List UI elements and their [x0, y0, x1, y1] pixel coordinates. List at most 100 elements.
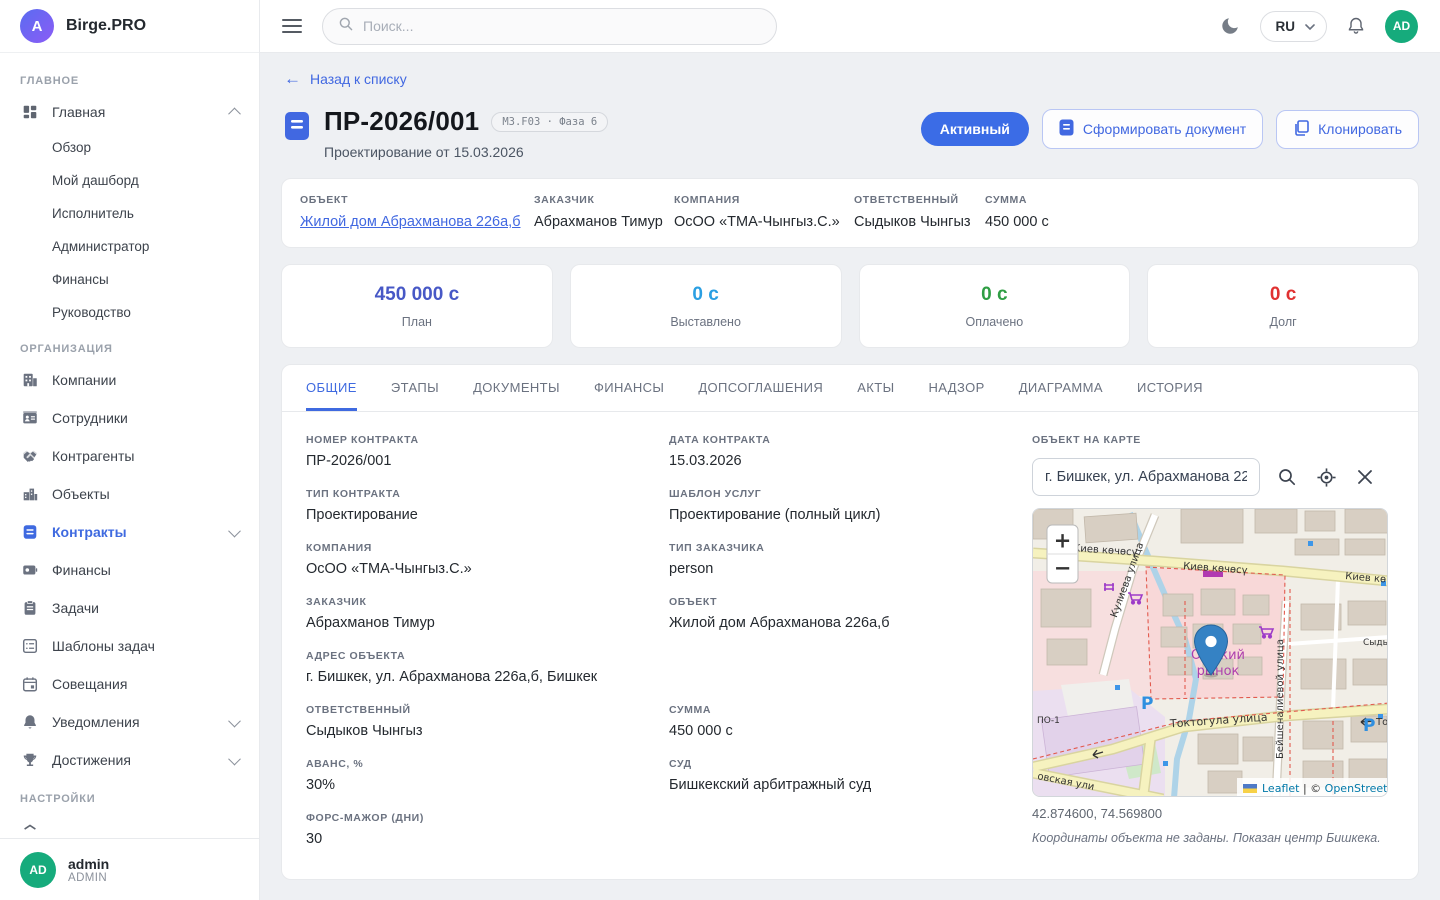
tab-stages[interactable]: ЭТАПЫ	[391, 365, 439, 411]
summary-label: ОТВЕТСТВЕННЫЙ	[854, 194, 985, 206]
page-content: ← Назад к списку ПР-2026/001 M3.F03 · Фа…	[260, 53, 1440, 900]
map-clear-icon[interactable]	[1354, 466, 1376, 488]
street-label: Сыдыко	[1363, 638, 1388, 648]
back-link-label: Назад к списку	[310, 71, 407, 87]
list-template-icon	[20, 636, 40, 656]
user-name: admin	[68, 856, 109, 872]
sidebar-subitem-guide[interactable]: Руководство	[0, 296, 259, 329]
sidebar-subitem-administrator[interactable]: Администратор	[0, 230, 259, 263]
field-value: Бишкекский арбитражный суд	[669, 777, 1022, 793]
generate-document-label: Сформировать документ	[1083, 121, 1246, 137]
tab-diagram[interactable]: ДИАГРАММА	[1019, 365, 1103, 411]
stat-label: Долг	[1270, 315, 1297, 329]
tab-addendums[interactable]: ДОПСОГЛАШЕНИЯ	[698, 365, 823, 411]
topbar: RU AD	[260, 0, 1440, 53]
map-locate-icon[interactable]	[1314, 465, 1339, 490]
user-role: ADMIN	[68, 872, 109, 884]
handshake-icon	[20, 446, 40, 466]
map-note: Координаты объекта не заданы. Показан це…	[1032, 831, 1394, 845]
field-value: г. Бишкек, ул. Абрахманова 226а,б, Бишке…	[306, 669, 659, 685]
dark-mode-toggle[interactable]	[1217, 13, 1243, 39]
field-label: ОБЪЕКТ	[669, 596, 1022, 608]
settings-icon	[20, 820, 40, 840]
clone-label: Клонировать	[1318, 121, 1402, 137]
tab-general[interactable]: ОБЩИЕ	[306, 365, 357, 411]
sidebar-item-label: Сотрудники	[52, 410, 128, 426]
sidebar-item-home[interactable]: Главная	[0, 93, 259, 131]
summary-value: Абрахманов Тимур	[534, 214, 674, 230]
sidebar-item-notifications[interactable]: Уведомления	[0, 703, 259, 741]
copy-icon	[1293, 120, 1309, 139]
clipboard-icon	[20, 598, 40, 618]
sidebar-user[interactable]: AD admin ADMIN	[0, 838, 259, 900]
osm-link[interactable]: OpenStreetMap	[1325, 782, 1388, 795]
chevron-up-icon	[230, 104, 239, 120]
zoom-in-button[interactable]: +	[1054, 529, 1072, 553]
sidebar-item-achievements[interactable]: Достижения	[0, 741, 259, 779]
tab-history[interactable]: ИСТОРИЯ	[1137, 365, 1203, 411]
global-search[interactable]	[322, 8, 777, 45]
summary-value: 450 000 с	[985, 214, 1400, 230]
stat-card-debt: 0 с Долг	[1147, 264, 1419, 348]
tab-finances[interactable]: ФИНАНСЫ	[594, 365, 664, 411]
sidebar-item-label: Задачи	[52, 600, 99, 616]
page-header: ПР-2026/001 M3.F03 · Фаза 6 Проектирован…	[281, 106, 1419, 160]
object-link[interactable]: Жилой дом Абрахманова 226а,б	[300, 214, 521, 230]
sidebar-item-meetings[interactable]: Совещания	[0, 665, 259, 703]
sidebar-item-label: Шаблоны задач	[52, 638, 155, 654]
hamburger-menu-icon[interactable]	[282, 19, 302, 34]
field-label: ЗАКАЗЧИК	[306, 596, 659, 608]
chevron-down-icon	[1305, 19, 1315, 34]
tab-supervision[interactable]: НАДЗОР	[929, 365, 985, 411]
tab-documents[interactable]: ДОКУМЕНТЫ	[473, 365, 560, 411]
generate-document-button[interactable]: Сформировать документ	[1042, 109, 1263, 149]
zoom-out-button[interactable]: −	[1054, 556, 1072, 580]
sidebar-subitem-overview[interactable]: Обзор	[0, 131, 259, 164]
sidebar-subitem-finance[interactable]: Финансы	[0, 263, 259, 296]
sidebar-item-label: Контрагенты	[52, 448, 134, 464]
bell-icon	[20, 712, 40, 732]
language-value: RU	[1276, 19, 1296, 34]
field-value: Абрахманов Тимур	[306, 615, 659, 631]
field-value: ПР-2026/001	[306, 453, 659, 469]
street-label: ПО-1	[1037, 716, 1060, 726]
field-label: ФОРС-МАЖОР (ДНИ)	[306, 812, 659, 824]
language-selector[interactable]: RU	[1260, 11, 1328, 42]
map-zoom-control[interactable]: + −	[1047, 525, 1078, 583]
sidebar-item-label: Компании	[52, 372, 116, 388]
map-address-input[interactable]	[1032, 458, 1260, 496]
summary-value: Сыдыков Чынгыз	[854, 214, 985, 230]
stat-value: 450 000 с	[375, 284, 460, 306]
back-arrow-icon: ←	[284, 70, 301, 87]
sidebar-item-counterparties[interactable]: Контрагенты	[0, 437, 259, 475]
status-badge[interactable]: Активный	[921, 112, 1029, 146]
field-label: АВАНС, %	[306, 758, 659, 770]
sidebar-item-objects[interactable]: Объекты	[0, 475, 259, 513]
leaflet-map[interactable]: P P Киев көчөсү	[1032, 508, 1388, 797]
back-to-list-link[interactable]: ← Назад к списку	[284, 70, 407, 87]
sidebar-subitem-my-dashboard[interactable]: Мой дашборд	[0, 164, 259, 197]
building-icon	[20, 370, 40, 390]
sidebar-item-contracts[interactable]: Контракты	[0, 513, 259, 551]
sidebar-item-task-templates[interactable]: Шаблоны задач	[0, 627, 259, 665]
logo-row[interactable]: A Birge.PRO	[0, 0, 259, 53]
sidebar-item-companies[interactable]: Компании	[0, 361, 259, 399]
summary-object: ОБЪЕКТ Жилой дом Абрахманова 226а,б	[300, 194, 534, 230]
sidebar-item-tasks[interactable]: Задачи	[0, 589, 259, 627]
field-value: Проектирование	[306, 507, 659, 523]
topbar-avatar[interactable]: AD	[1385, 10, 1418, 43]
fields-column-left: НОМЕР КОНТРАКТАПР-2026/001 ТИП КОНТРАКТА…	[306, 434, 659, 866]
sidebar-item-employees[interactable]: Сотрудники	[0, 399, 259, 437]
stat-label: План	[402, 315, 432, 329]
search-input[interactable]	[363, 18, 761, 34]
leaflet-link[interactable]: Leaflet	[1262, 782, 1300, 795]
sidebar-subitem-executor[interactable]: Исполнитель	[0, 197, 259, 230]
sidebar-item-label: Финансы	[52, 562, 111, 578]
notifications-bell-icon[interactable]	[1344, 14, 1368, 38]
stat-value: 0 с	[981, 284, 1007, 306]
sidebar-item-label: Уведомления	[52, 714, 140, 730]
sidebar-item-finances[interactable]: Финансы	[0, 551, 259, 589]
tab-acts[interactable]: АКТЫ	[857, 365, 894, 411]
clone-button[interactable]: Клонировать	[1276, 110, 1419, 149]
map-search-icon[interactable]	[1275, 465, 1299, 489]
